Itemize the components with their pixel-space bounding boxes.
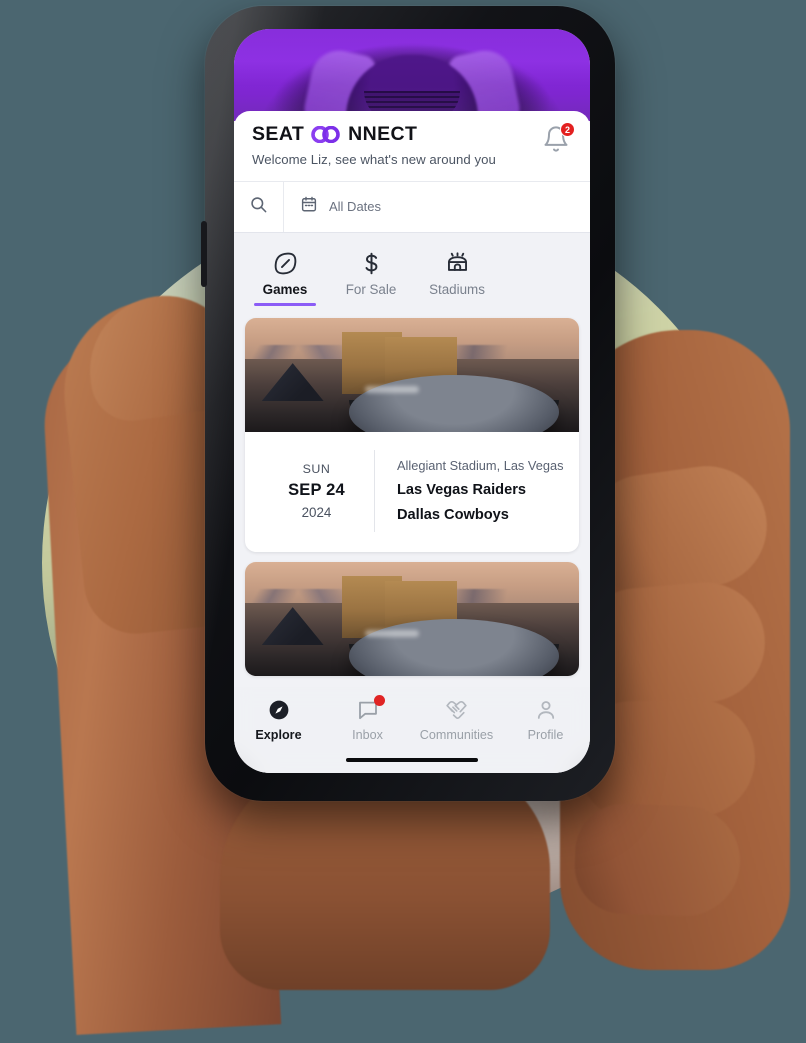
event-matchup: Allegiant Stadium, Las Vegas Las Vegas R… <box>375 450 565 532</box>
tab-for-sale-label: For Sale <box>345 281 397 297</box>
stadium-photo <box>245 317 579 432</box>
handshake-icon <box>444 697 469 723</box>
event-details: SUN SEP 24 2024 Allegiant Stadium, Las V… <box>245 432 579 552</box>
notifications-button[interactable]: 2 <box>542 122 575 157</box>
home-indicator <box>346 757 478 762</box>
logo-word-nnect: NNECT <box>348 123 418 145</box>
phone-screen: SEAT NNECT Welcome Liz, see what's new a… <box>234 29 590 773</box>
tab-stadiums[interactable]: Stadiums <box>426 250 488 306</box>
stadium-photo <box>245 561 579 676</box>
nav-profile[interactable]: Profile <box>501 697 590 742</box>
event-day-of-week: SUN <box>302 461 331 476</box>
tab-games-label: Games <box>262 281 308 297</box>
nav-explore[interactable]: Explore <box>234 697 323 742</box>
event-away-team: Dallas Cowboys <box>397 507 509 523</box>
search-filter-bar: All Dates <box>234 180 590 233</box>
football-icon <box>273 250 298 278</box>
tab-games[interactable]: Games <box>254 250 316 306</box>
person-icon <box>534 697 558 723</box>
logo-word-seat: SEAT <box>252 123 305 145</box>
tab-for-sale[interactable]: For Sale <box>340 250 402 306</box>
date-filter[interactable]: All Dates <box>284 182 590 232</box>
search-icon <box>249 195 268 219</box>
nav-communities[interactable]: Communities <box>412 697 501 742</box>
welcome-message: Welcome Liz, see what's new around you <box>252 151 496 167</box>
event-venue: Allegiant Stadium, Las Vegas <box>397 458 564 473</box>
tab-stadiums-label: Stadiums <box>429 281 485 297</box>
app-logo: SEAT NNECT <box>252 123 572 145</box>
hero-banner <box>234 29 590 121</box>
event-month-day: SEP 24 <box>288 480 345 499</box>
hero-overlay <box>234 29 590 121</box>
nav-communities-label: Communities <box>419 728 494 742</box>
event-date: SUN SEP 24 2024 <box>259 449 375 532</box>
dollar-icon <box>359 250 384 278</box>
bottom-navigation: Explore Inbox Communities Profile <box>234 687 590 773</box>
chat-icon <box>356 695 385 723</box>
nav-explore-label: Explore <box>255 728 302 742</box>
date-filter-value: All Dates <box>329 199 382 214</box>
event-year: 2024 <box>301 504 332 520</box>
phone-device: SEAT NNECT Welcome Liz, see what's new a… <box>201 6 615 801</box>
nav-inbox-label: Inbox <box>352 728 383 742</box>
notification-badge: 2 <box>560 122 575 137</box>
app-header: SEAT NNECT Welcome Liz, see what's new a… <box>234 111 590 181</box>
photo-stadium-signage <box>365 629 420 637</box>
photo-stadium-signage <box>365 385 420 393</box>
event-card[interactable]: SUN SEP 24 2024 Allegiant Stadium, Las V… <box>245 317 579 552</box>
event-home-team: Las Vegas Raiders <box>397 482 526 498</box>
infinity-mark-icon <box>311 126 341 144</box>
event-card[interactable] <box>245 561 579 676</box>
compass-icon <box>267 697 291 723</box>
category-tabs: Games For Sale Stadiums <box>234 232 590 306</box>
stadium-icon <box>445 250 470 278</box>
hand-finger-4 <box>573 802 742 918</box>
search-button[interactable] <box>234 181 284 232</box>
scene: SEAT NNECT Welcome Liz, see what's new a… <box>0 0 806 1043</box>
nav-inbox[interactable]: Inbox <box>323 695 412 742</box>
bell-icon <box>542 126 570 157</box>
inbox-unread-badge <box>373 695 385 706</box>
nav-profile-label: Profile <box>527 728 564 742</box>
calendar-icon <box>300 195 318 218</box>
header-sheet: SEAT NNECT Welcome Liz, see what's new a… <box>234 111 590 233</box>
